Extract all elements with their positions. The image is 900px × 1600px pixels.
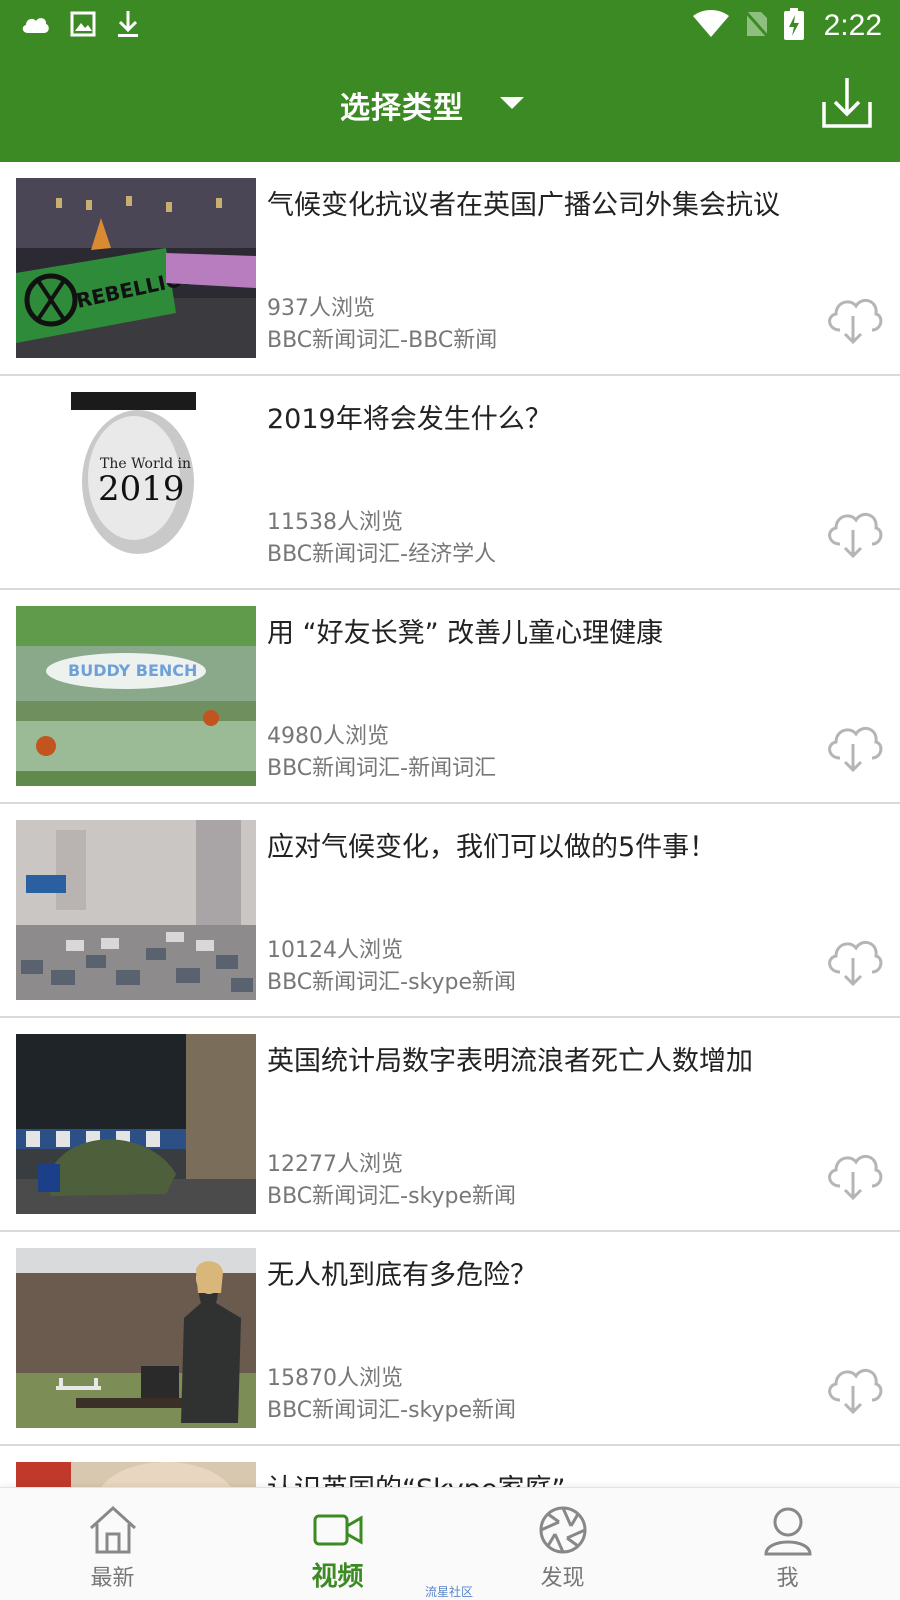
- clock: 2:22: [823, 9, 882, 42]
- download-arrow-icon: [116, 9, 140, 43]
- video-thumbnail[interactable]: BUDDY BENCH: [16, 606, 256, 786]
- video-thumbnail[interactable]: [16, 1034, 256, 1214]
- cloud-download-button[interactable]: [822, 1146, 884, 1202]
- cloud-download-button[interactable]: [822, 718, 884, 774]
- item-title[interactable]: 认识英国的“Skype家庭”: [267, 1472, 867, 1487]
- tab-latest[interactable]: 最新: [0, 1488, 225, 1600]
- cloud-download-icon: [828, 940, 883, 987]
- cloud-download-button[interactable]: [822, 1360, 884, 1416]
- video-thumbnail[interactable]: [16, 1248, 256, 1428]
- tab-me[interactable]: 我: [675, 1488, 900, 1600]
- tab-video[interactable]: 视频: [225, 1488, 450, 1600]
- tab-discover-label: 发现: [540, 1566, 585, 1591]
- download-icon: [822, 78, 872, 128]
- list-item[interactable]: 英国统计局数字表明流浪者死亡人数增加 12277人浏览 BBC新闻词汇-skyp…: [0, 1018, 900, 1232]
- list-item[interactable]: 认识英国的“Skype家庭”: [0, 1446, 900, 1487]
- video-camera-icon: [313, 1514, 363, 1546]
- list-item[interactable]: REBELLION 气候变化抗议者在英国广播公司外集会抗议 937人浏览 BBC…: [0, 162, 900, 376]
- item-source: BBC新闻词汇-新闻词汇: [267, 756, 497, 781]
- tab-discover[interactable]: 发现: [450, 1488, 675, 1600]
- item-views: 15870人浏览: [267, 1366, 403, 1391]
- cloud-download-button[interactable]: [822, 504, 884, 560]
- item-views: 4980人浏览: [267, 724, 389, 749]
- list-item[interactable]: BUDDY BENCH 用 “好友长凳” 改善儿童心理健康 4980人浏览 BB…: [0, 590, 900, 804]
- watermark-text: 流星社区: [425, 1585, 474, 1599]
- item-source: BBC新闻词汇-skype新闻: [267, 1184, 517, 1209]
- home-icon: [89, 1505, 137, 1554]
- item-title[interactable]: 用 “好友长凳” 改善儿童心理健康: [267, 616, 867, 651]
- tab-me-label: 我: [776, 1566, 799, 1591]
- aperture-icon: [539, 1506, 587, 1554]
- battery-charging-icon: [783, 8, 804, 44]
- video-thumbnail[interactable]: REBELLION: [16, 178, 256, 358]
- item-views: 937人浏览: [267, 296, 375, 321]
- cloud-icon: [20, 13, 50, 39]
- item-views: 12277人浏览: [267, 1152, 403, 1177]
- list-item[interactable]: 无人机到底有多危险？ 15870人浏览 BBC新闻词汇-skype新闻: [0, 1232, 900, 1446]
- tab-latest-label: 最新: [90, 1566, 135, 1591]
- thumbnail-caption-year: 2019: [98, 469, 185, 509]
- item-views: 10124人浏览: [267, 938, 403, 963]
- item-views: 11538人浏览: [267, 510, 403, 535]
- cloud-download-icon: [828, 726, 883, 773]
- thumbnail-caption: BUDDY BENCH: [68, 661, 197, 680]
- video-list[interactable]: REBELLION 气候变化抗议者在英国广播公司外集会抗议 937人浏览 BBC…: [0, 162, 900, 1487]
- list-item[interactable]: The World in 2019 2019年将会发生什么？ 11538人浏览 …: [0, 376, 900, 590]
- wifi-icon: [692, 10, 730, 42]
- download-manager-button[interactable]: [820, 74, 874, 130]
- item-title[interactable]: 应对气候变化，我们可以做的5件事！: [267, 830, 867, 865]
- category-dropdown[interactable]: 选择类型: [340, 80, 526, 130]
- image-icon: [70, 11, 96, 41]
- video-thumbnail[interactable]: The World in 2019: [16, 392, 256, 572]
- cloud-download-icon: [828, 1368, 883, 1415]
- cloud-download-icon: [828, 512, 883, 559]
- app-toolbar: 选择类型: [0, 52, 900, 162]
- item-title[interactable]: 气候变化抗议者在英国广播公司外集会抗议: [267, 188, 867, 223]
- category-dropdown-label: 选择类型: [340, 91, 464, 126]
- item-source: BBC新闻词汇-skype新闻: [267, 1398, 517, 1423]
- item-source: BBC新闻词汇-BBC新闻: [267, 328, 498, 353]
- cloud-download-button[interactable]: [822, 932, 884, 988]
- video-thumbnail[interactable]: [16, 1462, 256, 1487]
- list-item[interactable]: 应对气候变化，我们可以做的5件事！ 10124人浏览 BBC新闻词汇-skype…: [0, 804, 900, 1018]
- video-thumbnail[interactable]: [16, 820, 256, 1000]
- status-bar: 2:22: [0, 0, 900, 52]
- cloud-download-icon: [828, 298, 883, 345]
- caret-down-icon: [498, 95, 526, 115]
- item-title[interactable]: 无人机到底有多危险？: [267, 1258, 867, 1293]
- tab-video-label: 视频: [311, 1562, 364, 1592]
- cloud-download-button[interactable]: [822, 290, 884, 346]
- item-source: BBC新闻词汇-经济学人: [267, 542, 497, 567]
- item-source: BBC新闻词汇-skype新闻: [267, 970, 517, 995]
- cloud-download-icon: [828, 1154, 883, 1201]
- no-sim-icon: [743, 9, 770, 43]
- user-icon: [764, 1507, 812, 1556]
- item-title[interactable]: 2019年将会发生什么？: [267, 402, 867, 437]
- item-title[interactable]: 英国统计局数字表明流浪者死亡人数增加: [267, 1044, 867, 1079]
